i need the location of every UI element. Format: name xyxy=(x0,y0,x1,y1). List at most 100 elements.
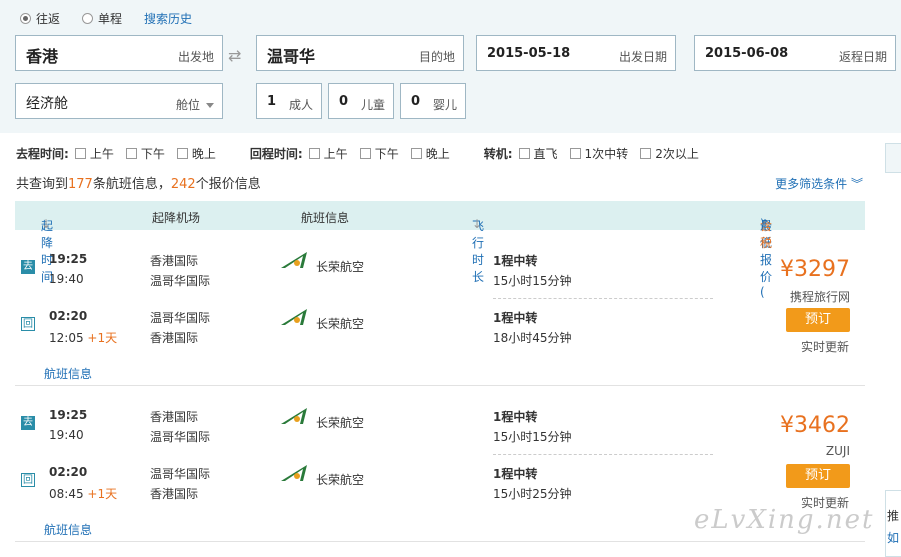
price-count: 242 xyxy=(170,177,196,192)
filter-option-label: 1次中转 xyxy=(584,147,629,161)
from-value: 香港 xyxy=(26,47,59,66)
checkbox-icon xyxy=(410,148,422,159)
filter-checkbox[interactable]: 直飞 xyxy=(518,145,558,162)
search-panel: 往返 单程 搜索历史 香港 出发地 ⇄ 温哥华 目的地 2015-05-18 出… xyxy=(0,0,901,133)
vendor-name: ZUJI xyxy=(825,444,850,458)
checkbox-icon xyxy=(518,148,530,159)
filter-title: 转机: xyxy=(483,147,513,161)
trip-type-label: 往返 xyxy=(36,12,61,26)
summary-prefix: 共查询到 xyxy=(16,177,69,192)
book-button[interactable]: 预订 xyxy=(786,308,850,332)
update-status: 实时更新 xyxy=(801,340,850,354)
adults-label: 成人 xyxy=(288,98,313,112)
filter-option-label: 2次以上 xyxy=(655,147,699,161)
dep-airport: 香港国际 xyxy=(150,410,199,424)
infants-value: 0 xyxy=(411,94,421,109)
flight-info-link[interactable]: 航班信息 xyxy=(44,521,92,538)
flight-info-link[interactable]: 航班信息 xyxy=(44,365,92,382)
to-value: 温哥华 xyxy=(267,47,316,66)
filter-title: 回程时间: xyxy=(249,147,303,161)
eva-air-logo-icon xyxy=(281,309,307,325)
summary-suffix: 个报价信息 xyxy=(195,177,261,192)
checkbox-icon xyxy=(74,148,86,159)
children-field[interactable]: 0 儿童 xyxy=(328,83,394,119)
checkbox-icon xyxy=(359,148,371,159)
cabin-label-text: 舱位 xyxy=(175,98,200,112)
from-field[interactable]: 香港 出发地 xyxy=(15,35,223,71)
leg-divider xyxy=(493,298,713,299)
trip-type-oneway[interactable]: 单程 xyxy=(82,10,122,27)
more-filters-link[interactable]: 更多筛选条件 ︾ xyxy=(775,175,863,192)
to-field[interactable]: 温哥华 目的地 xyxy=(256,35,464,71)
price: ¥3462 xyxy=(780,413,850,438)
checkbox-icon xyxy=(176,148,188,159)
filter-option-label: 晚上 xyxy=(191,147,216,161)
summary-mid: 条航班信息， xyxy=(92,177,171,192)
arr-time: 19:40 xyxy=(49,428,84,442)
side-panel-box: 推 如 xyxy=(885,490,901,557)
filter-option-label: 上午 xyxy=(89,147,114,161)
vendor-name: 携程旅行网 xyxy=(789,290,850,304)
dep-time: 19:25 xyxy=(49,408,88,422)
arr-airport: 温哥华国际 xyxy=(150,274,211,288)
filter-checkbox[interactable]: 下午 xyxy=(359,145,399,162)
adults-field[interactable]: 1 成人 xyxy=(256,83,322,119)
radio-selected-icon xyxy=(20,13,31,24)
arr-airport: 香港国际 xyxy=(150,487,199,501)
side-panel-tab[interactable] xyxy=(885,143,901,173)
eva-air-logo-icon xyxy=(281,465,307,481)
infants-field[interactable]: 0 婴儿 xyxy=(400,83,466,119)
cabin-label: 舱位 xyxy=(176,96,214,113)
filter-bar: 去程时间: 上午 下午 晚上 回程时间: 上午 下午 晚上 转机: 直飞 1次中… xyxy=(16,145,876,162)
adults-value: 1 xyxy=(267,94,277,109)
dep-airport: 温哥华国际 xyxy=(150,311,211,325)
swap-icon[interactable]: ⇄ xyxy=(228,46,241,65)
arr-time: 08:45 +1天 xyxy=(49,485,117,502)
airline-name: 长荣航空 xyxy=(316,416,365,430)
inbound-tag: 回 xyxy=(21,317,35,331)
children-value: 0 xyxy=(339,94,349,109)
flight-count: 177 xyxy=(68,177,93,192)
from-label: 出发地 xyxy=(177,50,214,64)
double-chevron-down-icon: ︾ xyxy=(850,177,863,191)
checkbox-icon xyxy=(308,148,320,159)
trip-type-roundtrip[interactable]: 往返 xyxy=(20,10,60,27)
dep-time: 19:25 xyxy=(49,252,88,266)
filter-checkbox[interactable]: 上午 xyxy=(74,145,114,162)
duration: 15小时25分钟 xyxy=(493,487,572,501)
filter-checkbox[interactable]: 1次中转 xyxy=(569,145,629,162)
filter-checkbox[interactable]: 下午 xyxy=(125,145,165,162)
stops: 1程中转 xyxy=(493,467,538,481)
arr-time-text: 08:45 xyxy=(49,487,84,501)
side-text[interactable]: 如 xyxy=(887,529,899,546)
row-divider xyxy=(15,541,865,542)
depart-time-filter: 去程时间: 上午 下午 晚上 xyxy=(16,145,228,162)
filter-checkbox[interactable]: 晚上 xyxy=(410,145,450,162)
checkbox-icon xyxy=(125,148,137,159)
return-date-field[interactable]: 2015-06-08 返程日期 xyxy=(694,35,896,71)
depart-date-field[interactable]: 2015-05-18 出发日期 xyxy=(476,35,676,71)
duration: 18小时45分钟 xyxy=(493,331,572,345)
filter-checkbox[interactable]: 上午 xyxy=(308,145,348,162)
depart-date-value: 2015-05-18 xyxy=(487,46,571,61)
infants-label: 婴儿 xyxy=(432,98,457,112)
filter-checkbox[interactable]: 晚上 xyxy=(176,145,216,162)
cabin-select[interactable]: 经济舱 舱位 xyxy=(15,83,223,119)
book-button[interactable]: 预订 xyxy=(786,464,850,488)
duration: 15小时15分钟 xyxy=(493,274,572,288)
dep-time: 02:20 xyxy=(49,309,88,323)
price: ¥3297 xyxy=(780,257,850,282)
outbound-tag: 去 xyxy=(21,260,35,274)
stops: 1程中转 xyxy=(493,254,538,268)
children-label: 儿童 xyxy=(360,98,385,112)
trip-type-selector: 往返 单程 搜索历史 xyxy=(20,10,192,27)
arr-time-text: 12:05 xyxy=(49,331,84,345)
depart-date-label: 出发日期 xyxy=(618,50,667,64)
filter-checkbox[interactable]: 2次以上 xyxy=(640,145,699,162)
more-filters-label: 更多筛选条件 xyxy=(775,177,848,191)
header-flight-info: 航班信息 xyxy=(301,211,350,225)
transfer-filter: 转机: 直飞 1次中转 2次以上 xyxy=(484,145,711,162)
sort-down-icon: ↓ xyxy=(472,217,483,231)
search-history-link[interactable]: 搜索历史 xyxy=(144,10,192,27)
dep-airport: 温哥华国际 xyxy=(150,467,211,481)
